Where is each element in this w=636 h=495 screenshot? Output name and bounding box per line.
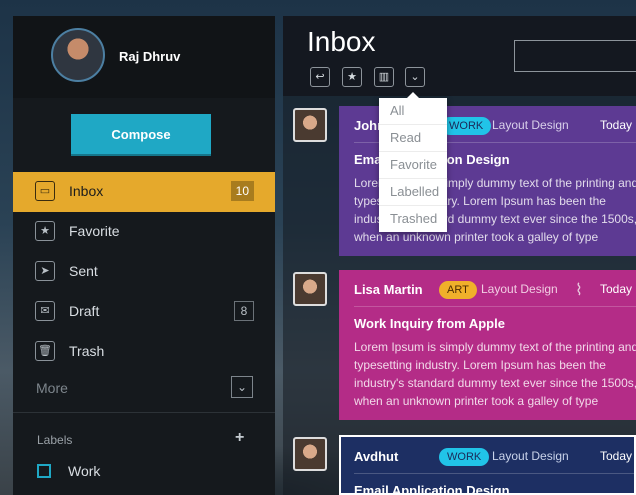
inbox-icon: ▭ [35, 181, 55, 201]
star-icon: ★ [35, 221, 55, 241]
chevron-down-icon[interactable]: ⌄ [405, 67, 425, 87]
divider [13, 412, 275, 413]
sidebar-item-label: Favorite [69, 223, 120, 239]
profile-header: Raj Dhruv [13, 16, 275, 98]
attachment-icon: ⌇ [575, 282, 583, 299]
star-icon[interactable]: ★ [342, 67, 362, 87]
search-input[interactable] [514, 40, 636, 72]
draft-count-badge: 8 [234, 301, 254, 321]
sidebar-item-sent[interactable]: ➤ Sent [13, 252, 275, 292]
labels-heading: Labels [37, 433, 73, 447]
avatar [293, 108, 327, 142]
mail-date: Today [600, 118, 633, 132]
tag-badge: WORK [439, 448, 490, 466]
reply-icon[interactable]: ↩ [310, 67, 330, 87]
mail-subject: Email Application Design [354, 483, 510, 495]
mail-subject: Work Inquiry from Apple [354, 316, 505, 331]
divider [354, 473, 634, 474]
mail-category: Layout Design [481, 282, 558, 296]
trash-icon[interactable]: ▥ [374, 67, 394, 87]
dropdown-item-read[interactable]: Read [379, 125, 447, 152]
sidebar-item-favorite[interactable]: ★ Favorite [13, 212, 275, 252]
dropdown-item-labelled[interactable]: Labelled [379, 179, 447, 206]
mail-category: Layout Design [492, 449, 569, 463]
dropdown-item-all[interactable]: All [379, 98, 447, 125]
divider [354, 306, 636, 307]
trash-icon: 🗑 [35, 341, 55, 361]
mail-sender: Lisa Martin [354, 282, 423, 297]
mail-list: John WORK Layout Design Today Email Appl… [283, 96, 636, 495]
dropdown-item-favorite[interactable]: Favorite [379, 152, 447, 179]
sidebar-item-inbox[interactable]: ▭ Inbox 10 [13, 172, 275, 212]
mail-category: Layout Design [492, 118, 569, 132]
list-item[interactable]: Avdhut WORK Layout Design Today Email Ap… [339, 435, 636, 495]
tag-badge: ART [439, 281, 477, 299]
mail-preview: Lorem Ipsum is simply dummy text of the … [354, 340, 636, 408]
sidebar-item-label: Trash [69, 343, 105, 359]
tag-badge: WORK [441, 117, 492, 135]
avatar[interactable] [51, 28, 105, 82]
filter-dropdown: All Read Favorite Labelled Trashed [379, 92, 447, 232]
more-label: More [36, 380, 68, 396]
user-name: Raj Dhruv [119, 49, 181, 64]
page-title: Inbox [307, 26, 376, 57]
main-header: Inbox ↩ ★ ▥ ⌄ [283, 16, 636, 96]
list-item[interactable]: Lisa Martin ART Layout Design ⌇ Today Wo… [339, 270, 636, 420]
sidebar-item-label: Draft [69, 303, 100, 319]
unread-count-badge: 10 [230, 181, 254, 201]
send-icon: ➤ [35, 261, 55, 281]
sidebar-item-trash[interactable]: 🗑 Trash [13, 332, 275, 372]
mail-date: Today [600, 282, 633, 296]
sidebar-item-draft[interactable]: ✉ Draft 8 [13, 292, 275, 332]
mail-sender: Avdhut [354, 449, 399, 464]
avatar [293, 272, 327, 306]
add-label-icon[interactable]: + [235, 429, 244, 447]
dropdown-item-trashed[interactable]: Trashed [379, 206, 447, 232]
sidebar-item-label: Inbox [69, 183, 104, 199]
draft-icon: ✉ [35, 301, 55, 321]
sidebar: Raj Dhruv Compose ▭ Inbox 10 ★ Favorite … [13, 16, 275, 495]
sidebar-item-label: Sent [69, 263, 98, 279]
sidebar-nav: ▭ Inbox 10 ★ Favorite ➤ Sent ✉ Draft 8 🗑… [13, 172, 275, 372]
label-name: Work [68, 463, 101, 479]
mail-date: Today [600, 449, 633, 463]
compose-button[interactable]: Compose [71, 114, 211, 154]
chevron-down-icon[interactable]: ⌄ [231, 376, 253, 398]
checkbox[interactable] [37, 464, 51, 478]
avatar [293, 437, 327, 471]
